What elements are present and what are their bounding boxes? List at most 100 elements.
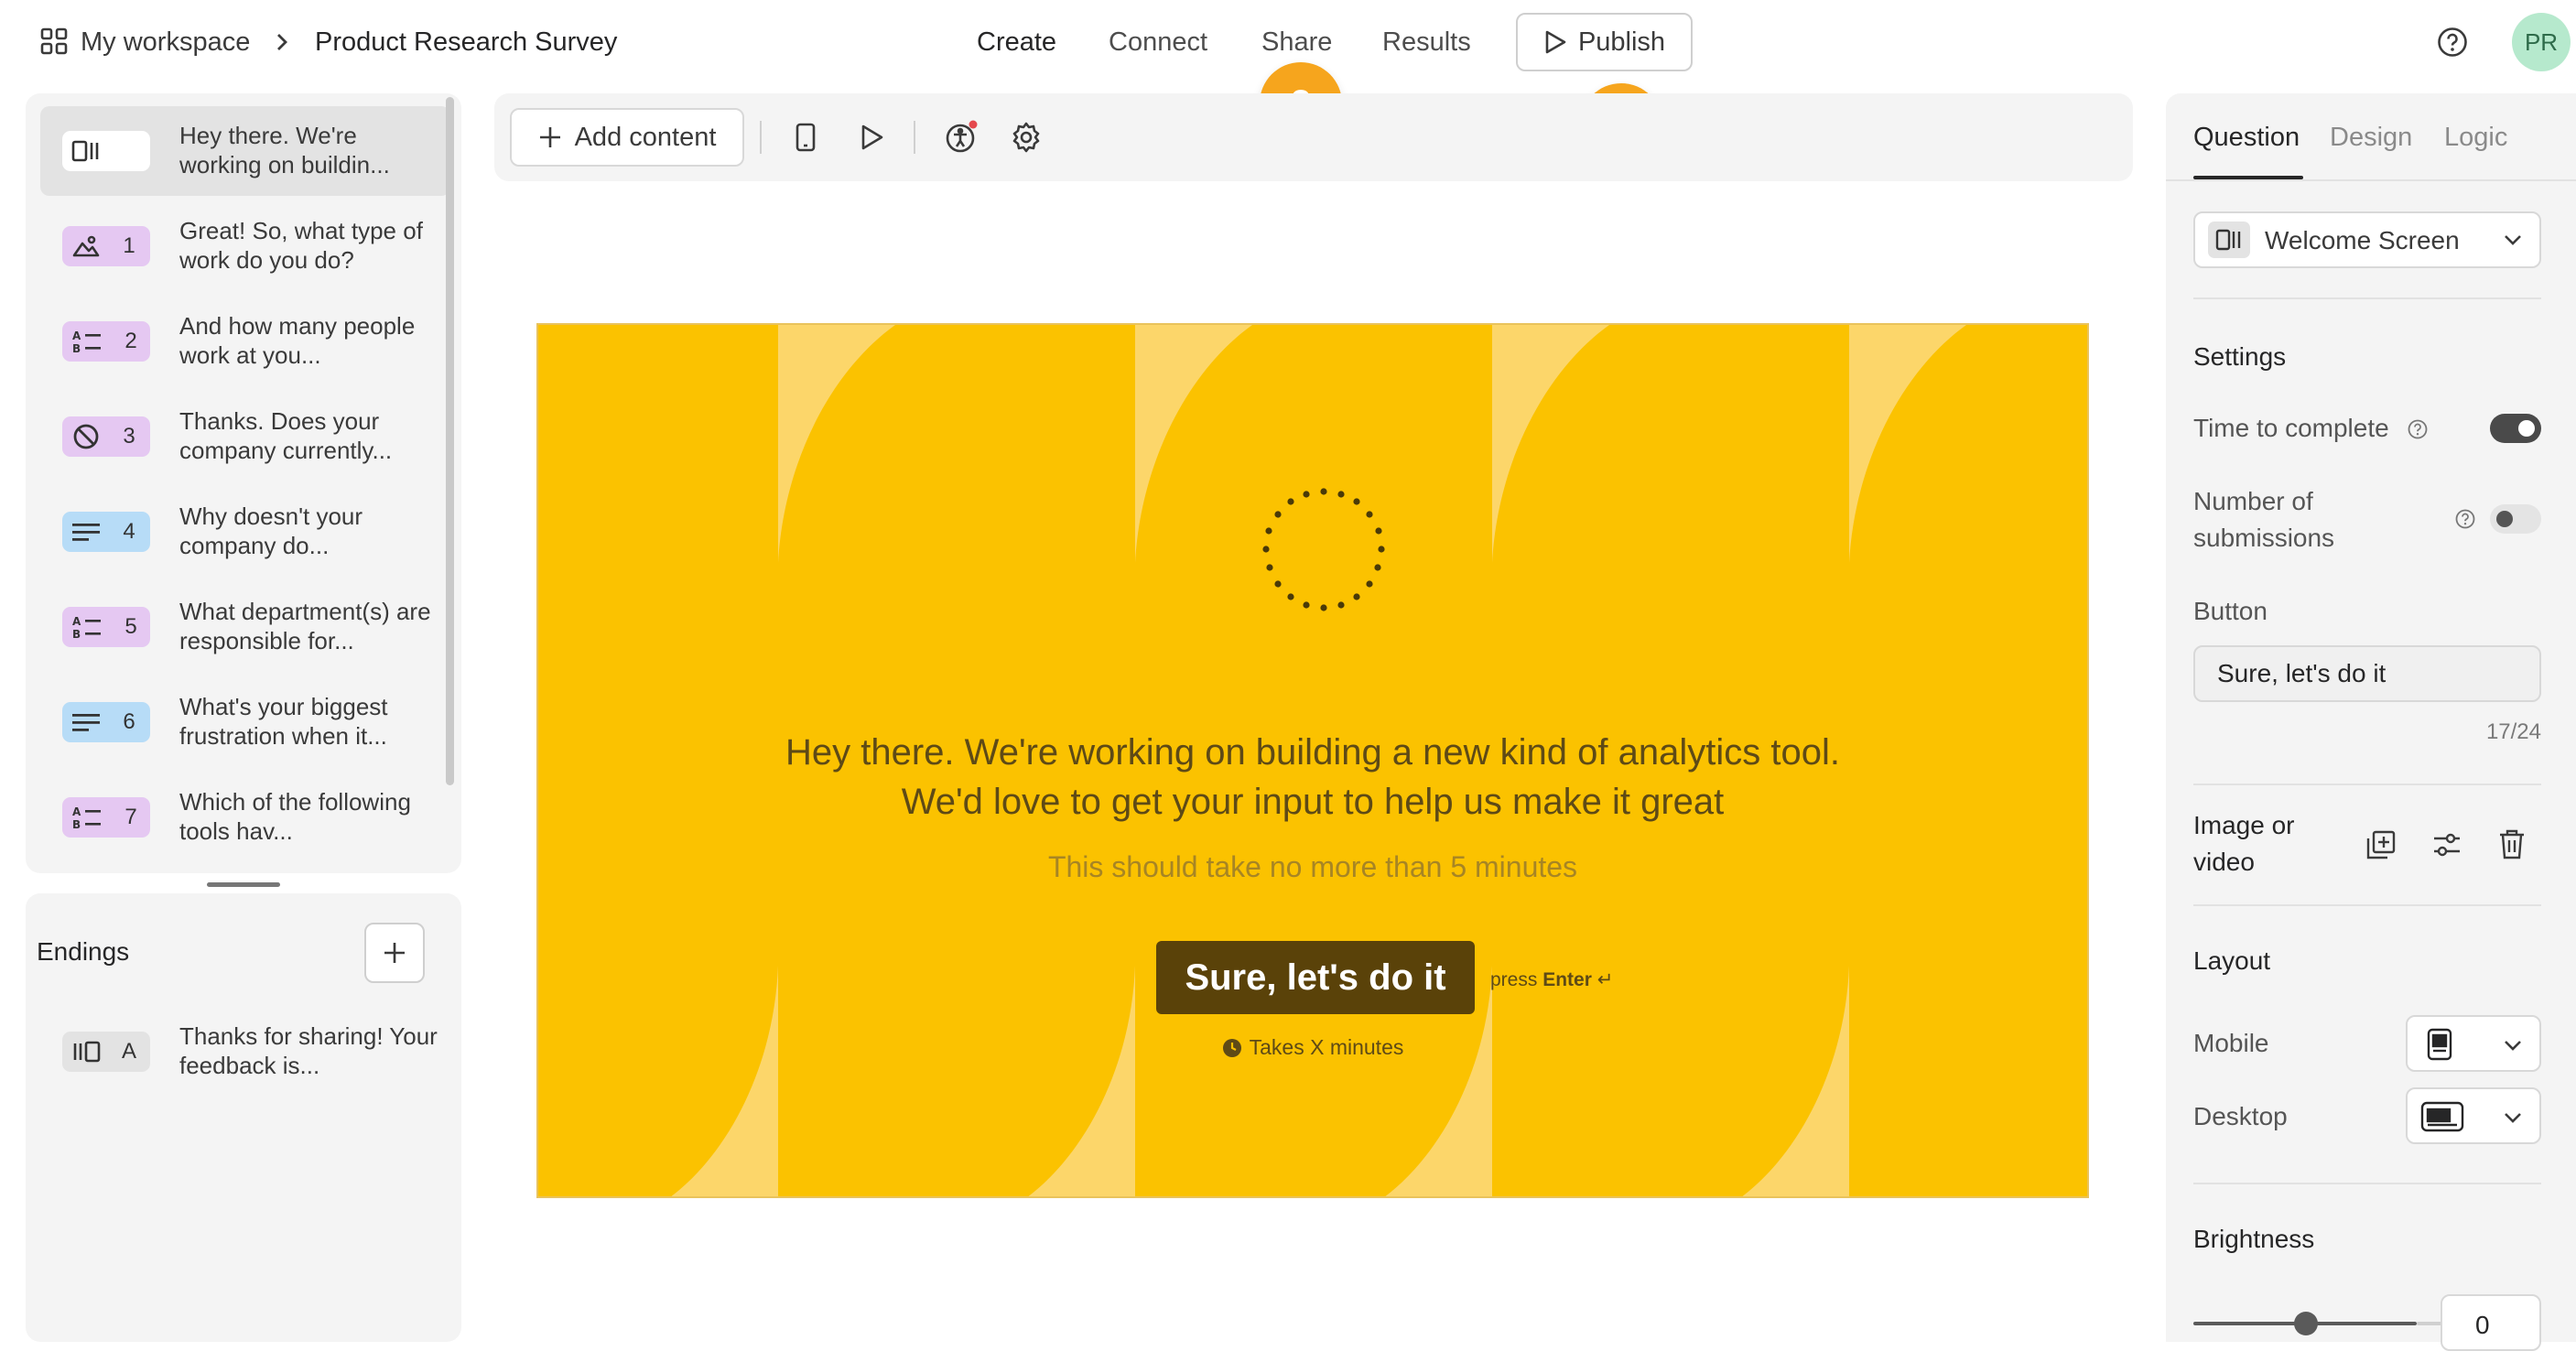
mobile-preview-icon[interactable] — [784, 115, 828, 159]
button-label: Button — [2193, 597, 2268, 625]
ending-item-a[interactable]: A Thanks for sharing! Your feedback is..… — [40, 1007, 450, 1097]
accessibility-icon[interactable] — [939, 115, 983, 159]
question-number: 4 — [123, 519, 135, 544]
tab-logic[interactable]: Logic — [2444, 123, 2507, 153]
long-text-icon: 6 — [62, 702, 150, 742]
tab-design[interactable]: Design — [2330, 123, 2412, 153]
brightness-title: Brightness — [2193, 1225, 2315, 1253]
question-item-3[interactable]: 3 Thanks. Does your company currently... — [40, 392, 450, 481]
multiple-choice-icon: A B 2 — [62, 321, 150, 362]
question-item-text: What's your biggest frustration when it.… — [179, 693, 388, 750]
welcome-screen-icon — [2208, 222, 2250, 258]
toggle-knob — [2496, 511, 2513, 527]
time-to-complete-toggle[interactable] — [2490, 414, 2541, 443]
resize-handle[interactable] — [207, 882, 280, 887]
question-number: 2 — [124, 329, 137, 353]
chevron-right-icon — [275, 32, 289, 52]
publish-button[interactable]: Publish — [1516, 13, 1693, 71]
welcome-subtext: This should take no more than 5 minutes — [1047, 850, 1578, 883]
toolbar-divider — [760, 121, 762, 154]
yes-no-icon: 3 — [62, 416, 150, 457]
question-item-6[interactable]: 6 What's your biggest frustration when i… — [40, 677, 450, 767]
add-media-icon[interactable] — [2365, 829, 2397, 860]
question-number: 7 — [124, 805, 137, 829]
end-screen-icon: A — [62, 1032, 150, 1072]
character-counter: 17/24 — [2485, 719, 2541, 744]
add-ending-button[interactable] — [364, 923, 425, 983]
question-item-5[interactable]: A B 5 What department(s) are responsible… — [40, 582, 450, 672]
breadcrumb-workspace[interactable]: My workspace — [81, 27, 250, 58]
question-item-text: Which of the following tools hav... — [179, 788, 411, 845]
welcome-headline-line2: We'd love to get your input to help us m… — [901, 782, 1725, 822]
number-of-submissions-toggle[interactable] — [2490, 504, 2541, 534]
settings-gear-icon[interactable] — [1004, 115, 1048, 159]
time-estimate-text: Takes X minutes — [1249, 1035, 1404, 1059]
chevron-down-icon — [2503, 1039, 2523, 1052]
avatar[interactable]: PR — [2512, 13, 2571, 71]
publish-label: Publish — [1577, 27, 1666, 57]
multiple-choice-icon: A B 5 — [62, 607, 150, 647]
form-title[interactable]: Product Research Survey — [315, 27, 617, 58]
question-number: 6 — [123, 709, 135, 734]
ending-letter: A — [121, 1039, 136, 1064]
nav-connect[interactable]: Connect — [1109, 27, 1207, 58]
image-or-video-label: Image or video — [2193, 811, 2295, 876]
brightness-slider-handle[interactable] — [2294, 1312, 2318, 1335]
tab-question[interactable]: Question — [2193, 123, 2300, 153]
long-text-icon: 4 — [62, 512, 150, 552]
nav-create[interactable]: Create — [977, 27, 1056, 58]
question-item-welcome[interactable]: Hey there. We're working on buildin... — [40, 106, 450, 196]
svg-text:A: A — [72, 615, 81, 628]
help-small-icon[interactable] — [2408, 419, 2428, 439]
brightness-input[interactable]: 0 — [2441, 1294, 2541, 1351]
question-item-2[interactable]: A B 2 And how many people work at you... — [40, 297, 450, 386]
welcome-headline-line1: Hey there. We're working on building a n… — [785, 732, 1840, 773]
clock-icon — [1222, 1038, 1242, 1058]
question-number: 3 — [123, 424, 135, 449]
question-number: 1 — [123, 233, 135, 258]
settings-title: Settings — [2193, 342, 2287, 371]
adjust-sliders-icon[interactable] — [2431, 829, 2462, 860]
mobile-layout-icon — [2424, 1028, 2455, 1061]
question-item-4[interactable]: 4 Why doesn't your company do... — [40, 487, 450, 577]
question-item-1[interactable]: 1 Great! So, what type of work do you do… — [40, 201, 450, 291]
button-text-input[interactable]: Sure, let's do it — [2193, 645, 2541, 702]
mobile-layout-select[interactable] — [2406, 1015, 2541, 1072]
question-item-text: Thanks. Does your company currently... — [179, 407, 393, 464]
toggle-knob — [2518, 420, 2535, 437]
section-divider — [2193, 1183, 2541, 1184]
start-survey-button[interactable]: Sure, let's do it — [1156, 941, 1475, 1014]
chevron-down-icon — [2503, 1111, 2523, 1124]
question-item-text: And how many people work at you... — [179, 312, 416, 369]
help-small-icon[interactable] — [2455, 509, 2475, 529]
preview-canvas[interactable]: Hey there. We're working on building a n… — [536, 323, 2089, 1198]
welcome-headline: Hey there. We're working on building a n… — [538, 728, 2087, 827]
block-type-select[interactable]: Welcome Screen — [2193, 211, 2541, 268]
svg-text:A: A — [72, 805, 81, 818]
tabs-divider — [2166, 179, 2576, 181]
time-estimate: Takes X minutes — [538, 1035, 2087, 1060]
play-preview-icon[interactable] — [850, 115, 893, 159]
nav-share[interactable]: Share — [1261, 27, 1332, 58]
question-list-scrollbar[interactable] — [446, 97, 454, 785]
question-list: Hey there. We're working on buildin... 1… — [26, 93, 461, 873]
svg-text:A: A — [72, 330, 81, 342]
grid-icon[interactable] — [40, 27, 68, 55]
spinner-icon — [1262, 488, 1385, 611]
nav-results[interactable]: Results — [1382, 27, 1471, 58]
time-to-complete-label: Time to complete — [2193, 414, 2389, 442]
enter-key-icon: ↵ — [1596, 969, 1614, 990]
question-item-7[interactable]: A B 7 Which of the following tools hav..… — [40, 773, 450, 862]
help-icon[interactable] — [2437, 27, 2468, 58]
trash-icon[interactable] — [2497, 827, 2527, 860]
add-content-button[interactable]: Add content — [510, 108, 744, 167]
desktop-layout-select[interactable] — [2406, 1087, 2541, 1144]
endings-title: Endings — [37, 937, 130, 966]
section-divider — [2193, 904, 2541, 906]
question-item-text: Why doesn't your company do... — [179, 503, 363, 559]
picture-choice-icon: 1 — [62, 226, 150, 266]
svg-text:B: B — [72, 628, 81, 640]
active-tab-indicator — [2193, 176, 2303, 179]
block-type-label: Welcome Screen — [2265, 226, 2460, 254]
section-divider — [2193, 784, 2541, 785]
